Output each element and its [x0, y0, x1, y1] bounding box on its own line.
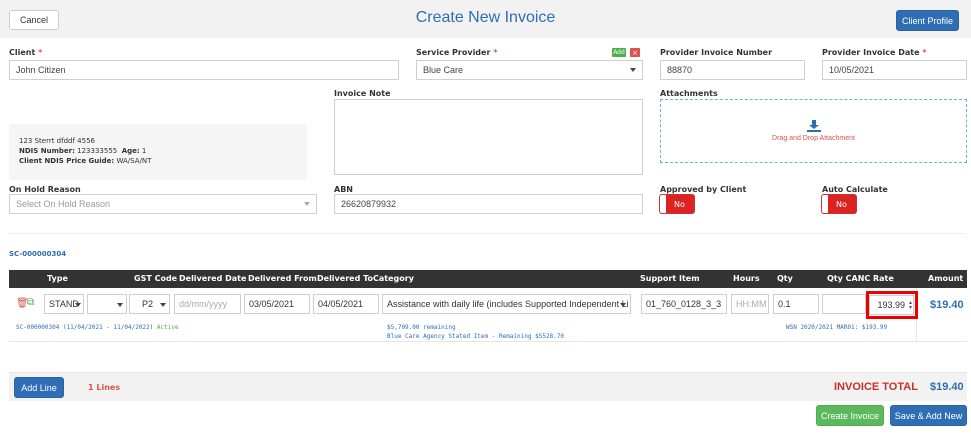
abn-field[interactable]: 26620879932: [334, 194, 643, 214]
delivered-from-field[interactable]: 03/05/2021: [244, 294, 310, 314]
provider-invoice-number-field[interactable]: 88870: [660, 60, 805, 80]
chevron-down-icon: [630, 68, 636, 72]
add-provider-button[interactable]: Add: [612, 48, 626, 57]
attachment-dropzone[interactable]: Drag and Drop Attachment: [660, 99, 967, 163]
on-hold-reason-label: On Hold Reason: [9, 185, 81, 194]
chevron-down-icon: [160, 303, 166, 307]
qty-canc-field[interactable]: [822, 294, 866, 314]
download-icon: [806, 120, 821, 132]
page-title: Create New Invoice: [415, 9, 556, 26]
th-type: Type: [47, 274, 68, 283]
service-provider-label: Service Provider *: [416, 48, 498, 57]
th-delivered-date: Delivered Date: [179, 274, 247, 283]
th-category: Category: [373, 274, 414, 283]
section-divider: [9, 233, 966, 234]
delivered-date-field[interactable]: dd/mm/yyyy: [174, 294, 241, 314]
client-info-box: 123 Sterrt dfddf 4556 NDIS Number: 12333…: [9, 124, 307, 180]
attachments-label: Attachments: [660, 89, 718, 98]
invoice-total-value: $19.40: [930, 381, 964, 393]
table-header: Type GST Code Delivered Date Delivered F…: [9, 270, 967, 288]
client-field[interactable]: John Citizen: [9, 60, 399, 80]
copy-icon[interactable]: ⧉: [27, 297, 34, 308]
th-support-item: Support Item: [640, 274, 700, 283]
auto-calculate-toggle[interactable]: No: [822, 195, 856, 213]
client-profile-button[interactable]: Client Profile: [896, 10, 959, 31]
client-price-guide: Client NDIS Price Guide: WA/SA/NT: [19, 157, 152, 165]
provider-invoice-date-field[interactable]: 10/05/2021: [822, 60, 967, 80]
save-add-new-button[interactable]: Save & Add New: [890, 405, 967, 426]
remove-provider-button[interactable]: ×: [630, 48, 640, 57]
th-delivered-from: Delivered From: [248, 274, 317, 283]
th-hours: Hours: [733, 274, 760, 283]
th-qty: Qty: [777, 274, 793, 283]
auto-calculate-label: Auto Calculate: [822, 185, 888, 194]
type-select[interactable]: STAND: [44, 294, 84, 314]
drop-text: Drag and Drop Attachment: [772, 135, 855, 142]
client-label: Client *: [9, 48, 43, 57]
type-sub-select[interactable]: [87, 294, 127, 314]
invoice-total-label: INVOICE TOTAL: [834, 381, 918, 393]
delivered-to-field[interactable]: 04/05/2021: [313, 294, 379, 314]
invoice-note-label: Invoice Note: [334, 89, 391, 98]
support-item-field[interactable]: 01_760_0128_3_3: [641, 294, 727, 314]
client-ndis: NDIS Number: 123333555 Age: 1: [19, 147, 147, 155]
lines-count: 1 Lines: [88, 383, 121, 392]
service-contract-link[interactable]: SC-000000304: [9, 250, 66, 258]
qty-field[interactable]: 0.1: [773, 294, 819, 314]
invoice-note-textarea[interactable]: [334, 99, 643, 175]
contract-note: SC-000000304 (11/04/2021 - 11/04/2022) A…: [16, 324, 179, 331]
chevron-down-icon: [620, 303, 626, 307]
th-amount: Amount: [928, 274, 964, 283]
th-rate: Rate: [873, 274, 894, 283]
table-footer: [9, 373, 967, 401]
th-delivered-to: Delivered To: [317, 274, 373, 283]
provider-invoice-date-label: Provider Invoice Date *: [822, 48, 927, 57]
gst-code-select[interactable]: P2: [129, 294, 170, 314]
approved-by-client-label: Approved by Client: [660, 185, 747, 194]
chevron-down-icon: [75, 303, 81, 307]
hours-field[interactable]: HH:MM: [731, 294, 769, 314]
client-address: 123 Sterrt dfddf 4556: [19, 137, 95, 145]
provider-invoice-number-label: Provider Invoice Number: [660, 48, 773, 57]
add-line-button[interactable]: Add Line: [14, 377, 64, 398]
abn-label: ABN: [334, 185, 353, 194]
empty-row: [9, 343, 967, 373]
row-amount: $19.40: [930, 299, 964, 311]
chevron-down-icon: [117, 303, 123, 307]
price-guide-note: WSN 2020/2021 MAR01: $193.99: [786, 324, 888, 331]
create-invoice-button[interactable]: Create Invoice: [816, 405, 884, 426]
agency-remaining-note: Blue Care Agency Stated Item - Remaining…: [387, 333, 565, 340]
on-hold-reason-select[interactable]: Select On Hold Reason: [9, 194, 317, 214]
service-provider-select[interactable]: Blue Care: [416, 60, 643, 80]
th-gst-code: GST Code: [134, 274, 178, 283]
highlight-box: [866, 291, 918, 319]
chevron-down-icon: [304, 202, 310, 206]
category-select[interactable]: Assistance with daily life (includes Sup…: [382, 294, 631, 314]
remaining-note: $5,709.00 remaining: [387, 324, 456, 331]
approved-by-client-toggle[interactable]: No: [660, 195, 694, 213]
th-qty-canc: Qty CANC: [827, 274, 871, 283]
